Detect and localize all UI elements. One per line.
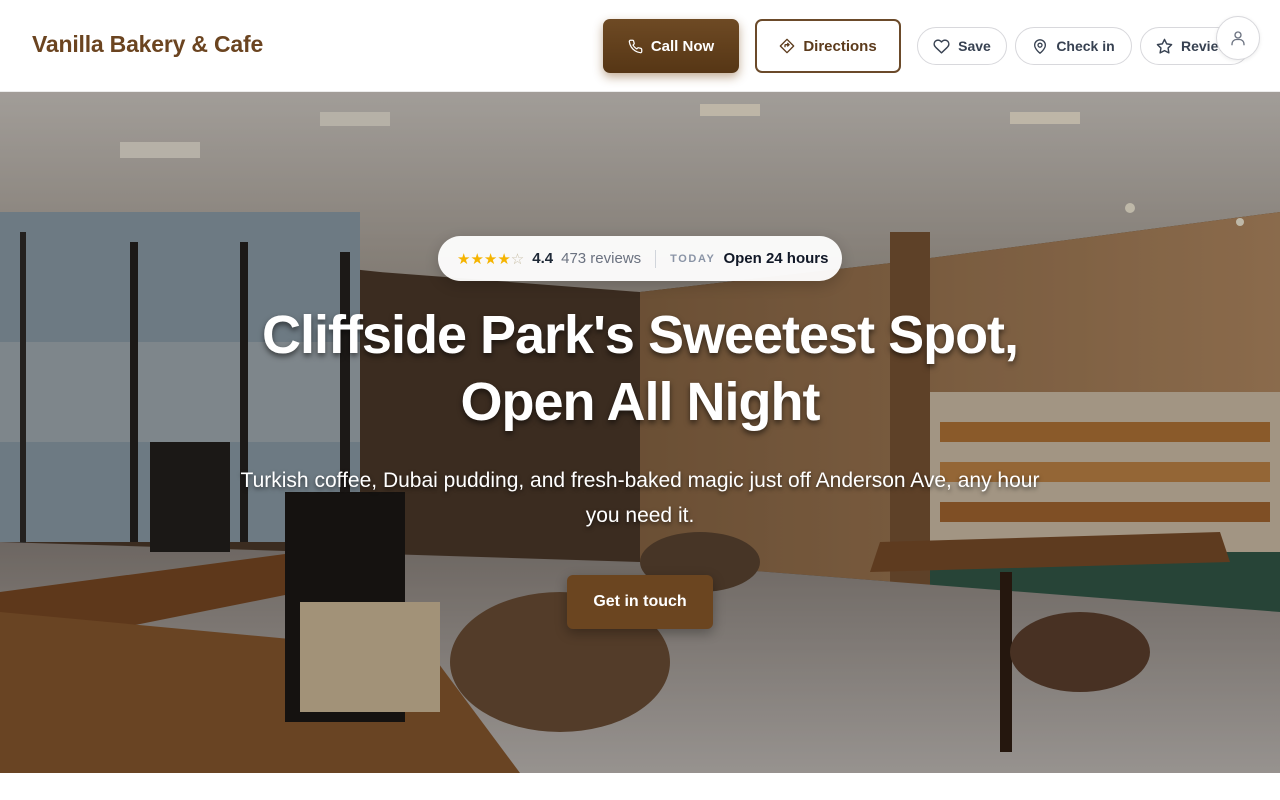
save-label: Save (958, 38, 991, 54)
user-icon (1231, 31, 1245, 46)
hero-subtitle: Turkish coffee, Dubai pudding, and fresh… (240, 469, 1040, 527)
hero-section: ★★★★☆ 4.4 473 reviews TODAY Open 24 hour… (0, 92, 1280, 773)
rating-summary: ★★★★☆ 4.4 473 reviews TODAY Open 24 hour… (438, 236, 842, 281)
directions-label: Directions (803, 37, 877, 55)
phone-icon (628, 39, 643, 53)
check-in-button[interactable]: Check in (1015, 27, 1132, 65)
directions-icon (779, 38, 795, 54)
rating-stars: ★★★★☆ (457, 250, 525, 268)
map-pin-icon (1034, 38, 1047, 54)
brand-name[interactable]: Vanilla Bakery & Cafe (32, 31, 263, 58)
divider (655, 249, 657, 268)
get-in-touch-button[interactable]: Get in touch (567, 575, 713, 629)
today-label: TODAY (670, 252, 716, 265)
call-now-button[interactable]: Call Now (603, 19, 739, 73)
review-count-link[interactable]: 473 reviews (561, 250, 641, 267)
directions-button[interactable]: Directions (755, 19, 901, 73)
account-button[interactable] (1216, 16, 1260, 60)
hero-title-line-2: Open All Night (460, 372, 821, 432)
heart-icon (933, 38, 950, 54)
site-header: Vanilla Bakery & Cafe Call Now Direction… (0, 0, 1280, 92)
save-button[interactable]: Save (917, 27, 1007, 65)
hero-title-line-1: Cliffside Park's Sweetest Spot, (261, 305, 1019, 365)
star-icon (1156, 38, 1173, 54)
hero-title: Cliffside Park's Sweetest Spot, Open All… (140, 302, 1140, 436)
check-in-label: Check in (1056, 38, 1115, 54)
call-now-label: Call Now (650, 37, 715, 55)
rating-value: 4.4 (532, 250, 554, 267)
hours-status: Open 24 hours (723, 250, 829, 267)
